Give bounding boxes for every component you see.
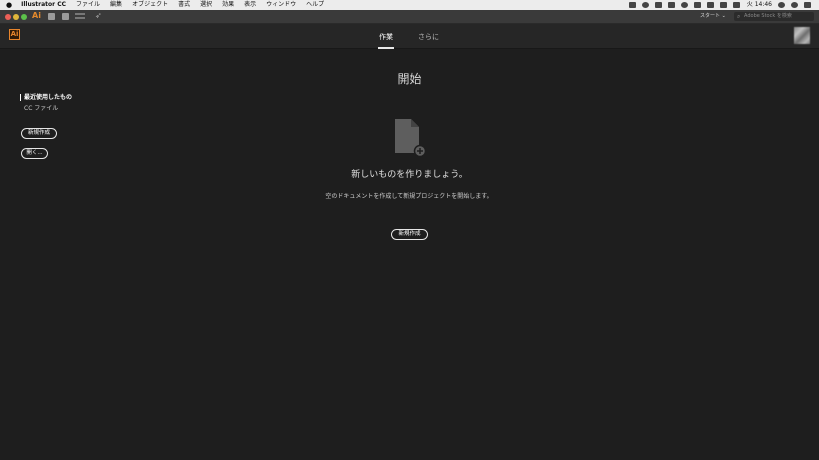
start-header: Ai 作業 さらに <box>0 24 819 49</box>
menu-select[interactable]: 選択 <box>200 0 212 10</box>
gpu-performance-icon[interactable]: ➶ <box>95 11 102 20</box>
app-icon: Ai <box>32 11 41 20</box>
wifi-icon[interactable] <box>693 2 701 8</box>
stock-search-input[interactable]: ⌕ Adobe Stock を検索 <box>734 12 814 21</box>
menu-view[interactable]: 表示 <box>244 0 256 10</box>
search-icon: ⌕ <box>737 13 741 20</box>
battery-icon[interactable] <box>732 2 740 8</box>
arrange-documents-icon[interactable] <box>75 13 85 19</box>
airplay-icon[interactable] <box>706 2 714 8</box>
keyboard-icon[interactable] <box>654 2 662 8</box>
sync-icon[interactable] <box>641 2 649 8</box>
apple-icon[interactable]: ● <box>6 0 12 10</box>
clock[interactable]: 火 14:46 <box>747 0 772 10</box>
avatar[interactable] <box>794 27 810 44</box>
empty-state-heading: 新しいものを作りましょう。 <box>351 170 468 180</box>
siri-icon[interactable] <box>791 2 798 8</box>
tab-more[interactable]: さらに <box>418 32 439 42</box>
menu-effect[interactable]: 効果 <box>222 0 234 10</box>
illustrator-logo: Ai <box>9 29 20 40</box>
tab-work[interactable]: 作業 <box>378 32 394 49</box>
menu-file[interactable]: ファイル <box>76 0 100 10</box>
open-button[interactable]: 開く... <box>21 148 48 159</box>
stock-icon[interactable] <box>62 12 69 20</box>
spotlight-icon[interactable] <box>778 2 785 8</box>
mac-menubar: ● Illustrator CC ファイル 編集 オブジェクト 書式 選択 効果… <box>0 0 819 10</box>
menu-window[interactable]: ウィンドウ <box>266 0 296 10</box>
volume-icon[interactable] <box>719 2 727 8</box>
fullscreen-window-button[interactable] <box>21 13 27 20</box>
create-new-button[interactable]: 新規作成 <box>391 229 428 240</box>
page-title: 開始 <box>397 72 422 86</box>
menubar-status-area: 火 14:46 <box>623 0 811 10</box>
menu-help[interactable]: ヘルプ <box>306 0 324 10</box>
app-toolbar: Ai ➶ スタート ⌄ ⌕ Adobe Stock を検索 <box>0 10 819 24</box>
sidebar-item-recent[interactable]: 最近使用したもの <box>20 94 72 101</box>
minimize-window-button[interactable] <box>13 13 19 20</box>
dropbox-icon[interactable] <box>667 2 675 8</box>
time-machine-icon[interactable] <box>680 2 688 8</box>
sidebar-item-cc-files[interactable]: CC ファイル <box>24 103 58 112</box>
menu-app-name[interactable]: Illustrator CC <box>21 0 66 10</box>
notification-center-icon[interactable] <box>804 2 811 8</box>
search-placeholder: Adobe Stock を検索 <box>744 13 792 19</box>
new-document-icon <box>395 119 427 158</box>
empty-state-description: 空のドキュメントを作成して新規プロジェクトを開始します。 <box>325 193 493 200</box>
menu-edit[interactable]: 編集 <box>110 0 122 10</box>
menubar-left: ● Illustrator CC ファイル 編集 オブジェクト 書式 選択 効果… <box>6 0 334 10</box>
creative-cloud-icon[interactable] <box>628 2 636 8</box>
menu-type[interactable]: 書式 <box>178 0 190 10</box>
workspace-switcher[interactable]: スタート ⌄ <box>700 10 726 23</box>
new-document-button[interactable]: 新規作成 <box>21 128 57 139</box>
bridge-icon[interactable] <box>48 12 55 20</box>
close-window-button[interactable] <box>5 13 11 20</box>
menu-object[interactable]: オブジェクト <box>132 0 168 10</box>
